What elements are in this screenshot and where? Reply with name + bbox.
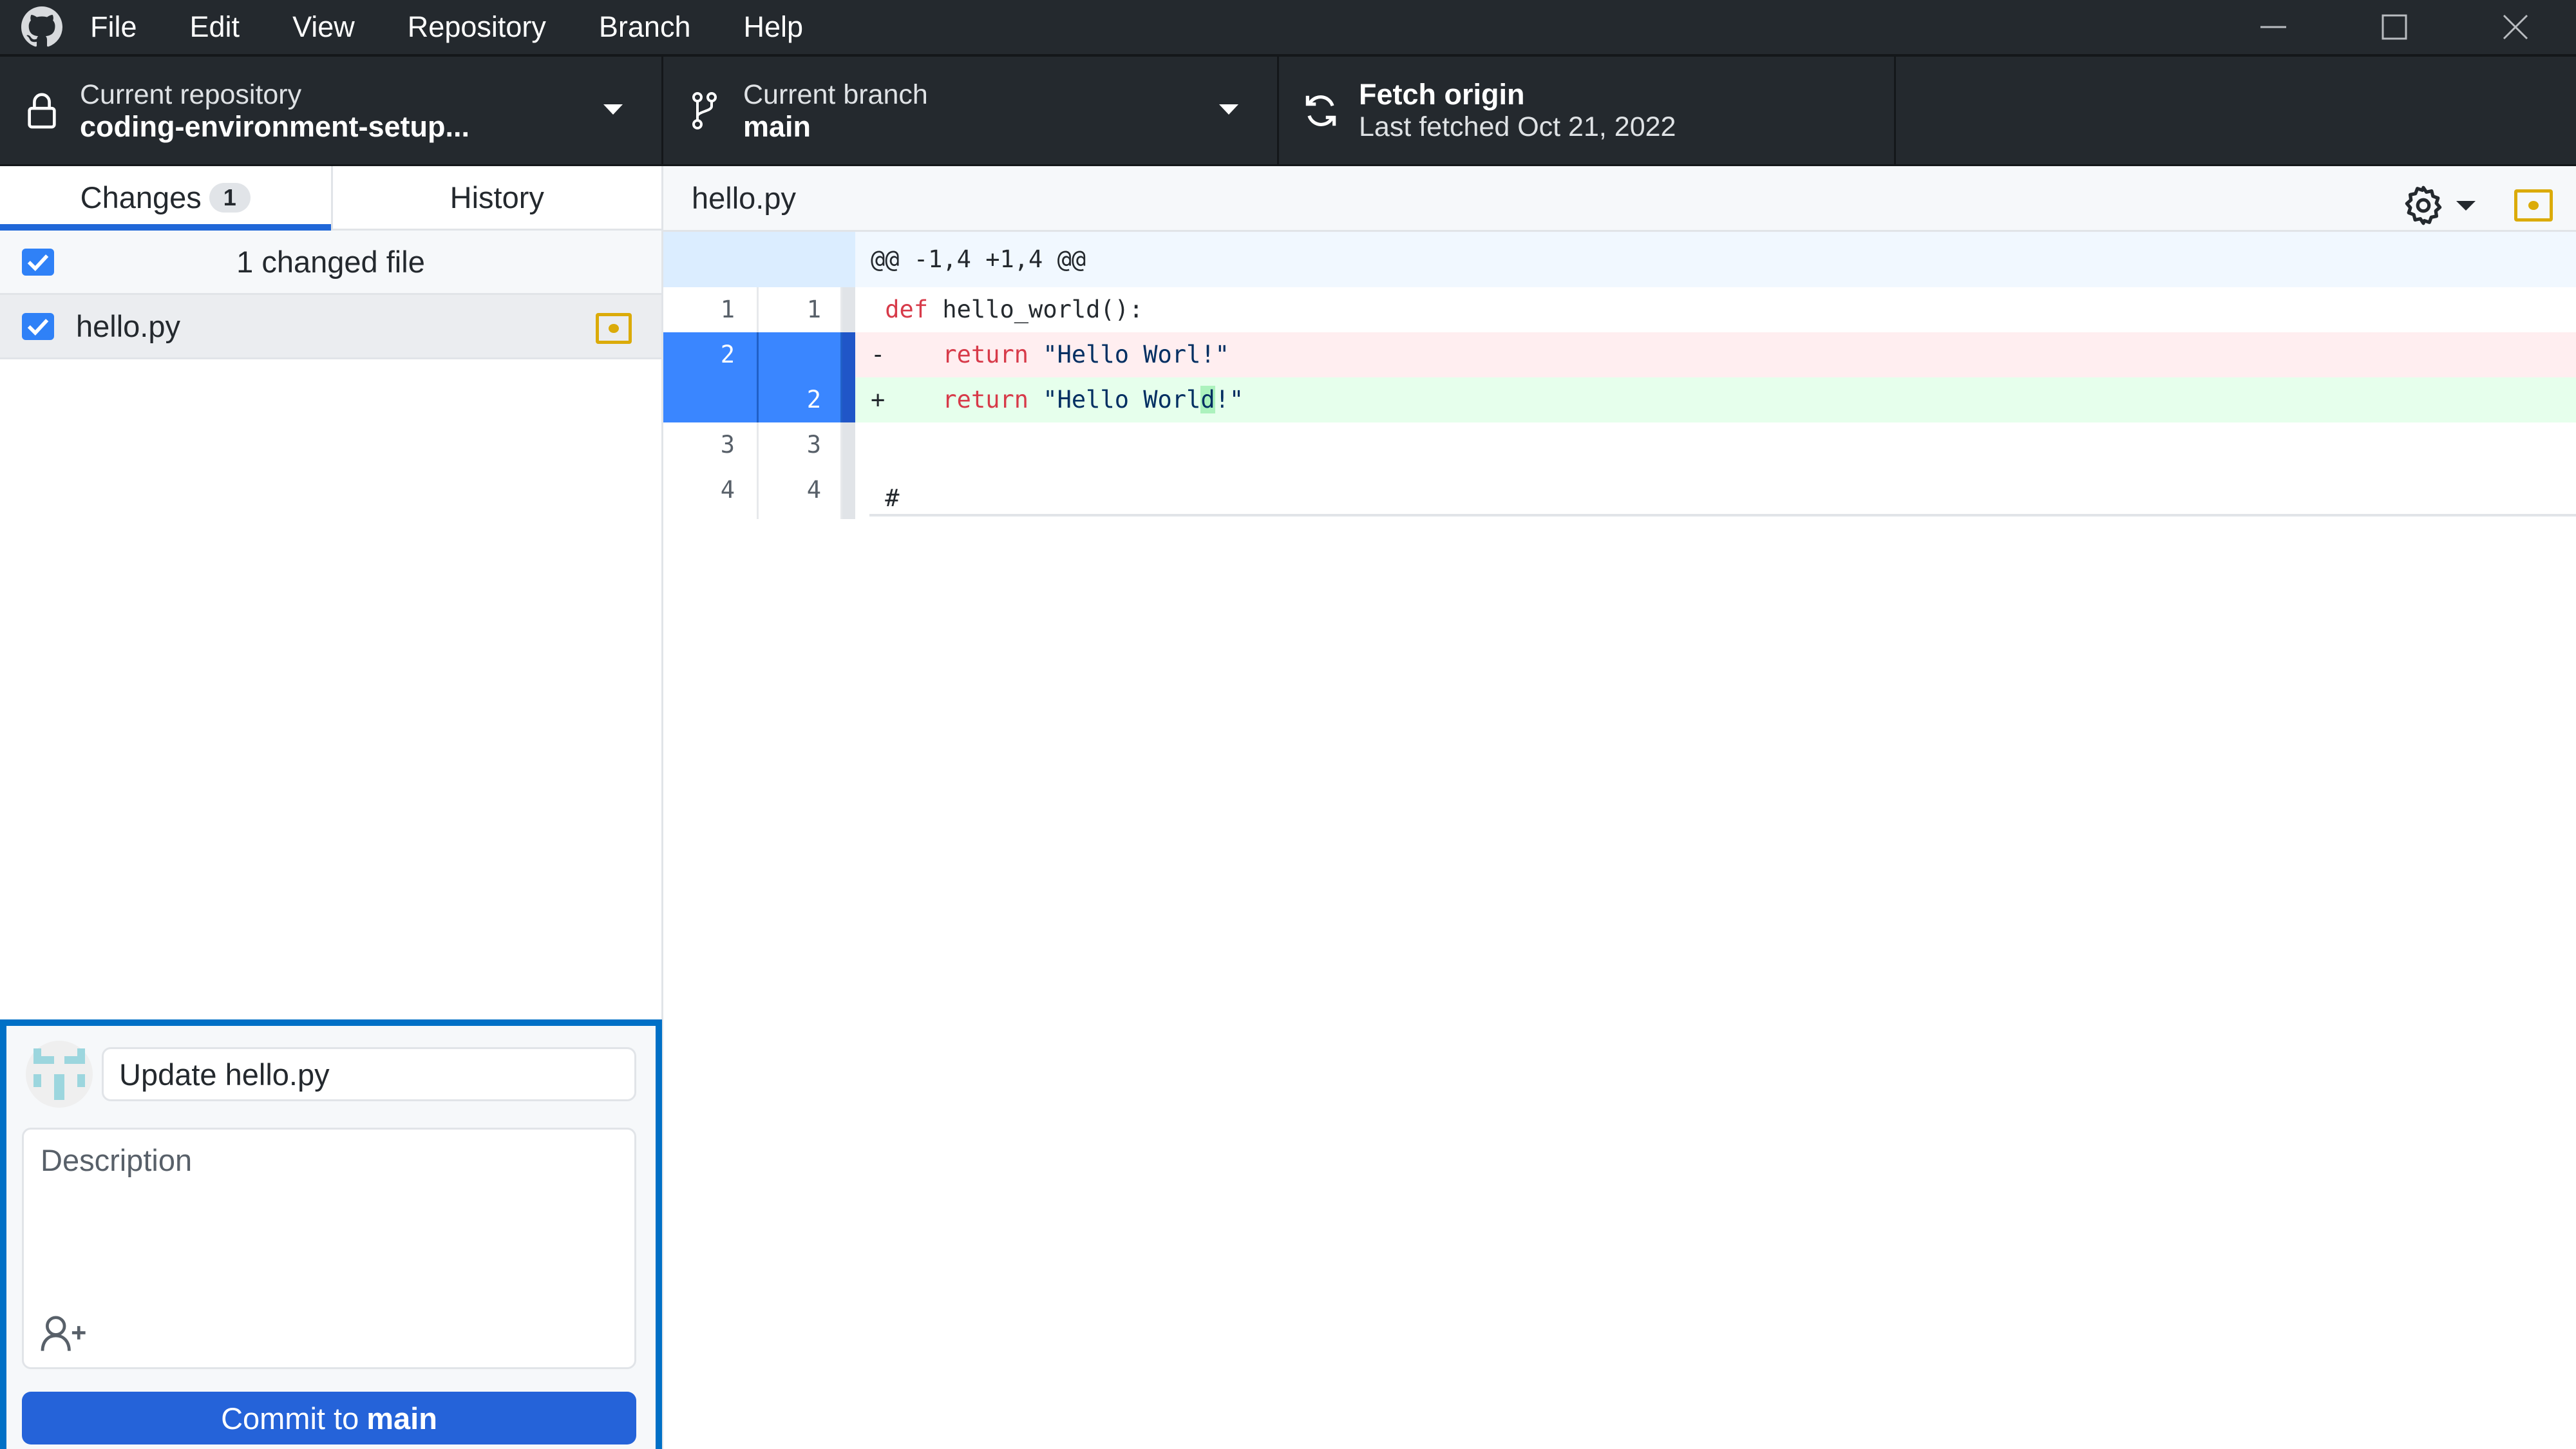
- hunk-header: @@ -1,4 +1,4 @@: [663, 232, 2576, 287]
- sidebar-tabs: Changes 1 History: [0, 166, 661, 231]
- toolbar: Current repository coding-environment-se…: [0, 57, 2576, 166]
- commit-description-input[interactable]: Description: [22, 1128, 636, 1369]
- commit-button-branch: main: [366, 1401, 437, 1435]
- avatar: [26, 1041, 93, 1108]
- repository-name: coding-environment-setup...: [80, 109, 470, 143]
- person-add-icon: [41, 1316, 86, 1351]
- new-line-number[interactable]: 1: [759, 287, 842, 332]
- old-line-number[interactable]: 2: [663, 332, 759, 377]
- current-branch-button[interactable]: Current branch main: [663, 57, 1279, 164]
- chevron-down-icon: [603, 104, 623, 115]
- new-line-number[interactable]: [759, 332, 842, 377]
- minimize-icon: [2260, 26, 2286, 28]
- changed-file-row[interactable]: hello.py: [0, 295, 661, 359]
- close-icon: [2503, 14, 2528, 40]
- commit-button[interactable]: Commit to main: [22, 1392, 636, 1444]
- diff-view: @@ -1,4 +1,4 @@ 1 1 def hello_world(): 2…: [663, 232, 2576, 519]
- menu-branch[interactable]: Branch: [599, 10, 691, 44]
- last-fetched: Last fetched Oct 21, 2022: [1359, 111, 1676, 142]
- line-code: + return "Hello World!": [855, 377, 2576, 422]
- changed-files-header: 1 changed file: [0, 231, 661, 295]
- add-coauthor-button[interactable]: [41, 1314, 92, 1353]
- line-code: #: [885, 484, 900, 512]
- description-placeholder: Description: [41, 1143, 193, 1177]
- menu-repository[interactable]: Repository: [408, 10, 546, 44]
- tab-history-label: History: [450, 180, 544, 214]
- line-code: def hello_world():: [885, 296, 1144, 323]
- menu-edit[interactable]: Edit: [190, 10, 240, 44]
- checkmark-icon: [27, 254, 49, 271]
- old-line-number[interactable]: 1: [663, 287, 759, 332]
- line-code: - return "Hello Worl!": [855, 332, 2576, 377]
- diff-line[interactable]: 3 3: [663, 422, 2576, 468]
- file-modified-icon: [596, 313, 632, 344]
- changed-files-count: 1 changed file: [236, 245, 425, 279]
- diff-settings-button[interactable]: [2401, 183, 2446, 228]
- github-logo-icon: [19, 5, 64, 50]
- diff-file-name: hello.py: [692, 181, 796, 215]
- menu-file[interactable]: File: [90, 10, 137, 44]
- diff-header: hello.py: [663, 166, 2576, 232]
- summary-placeholder: Update hello.py: [119, 1057, 330, 1092]
- new-line-number[interactable]: 4: [759, 468, 842, 519]
- menu-view[interactable]: View: [292, 10, 355, 44]
- tab-changes-label: Changes: [80, 180, 202, 214]
- select-all-checkbox[interactable]: [22, 248, 54, 276]
- gear-icon: [2405, 185, 2442, 225]
- sync-icon: [1298, 91, 1343, 131]
- identicon-icon: [33, 1048, 85, 1100]
- maximize-icon: [2382, 14, 2407, 40]
- title-bar: File Edit View Repository Branch Help: [0, 0, 2576, 57]
- menu-bar: File Edit View Repository Branch Help: [90, 10, 856, 44]
- diff-line-added[interactable]: 2 + return "Hello World!": [663, 377, 2576, 422]
- minimize-button[interactable]: [2213, 0, 2334, 54]
- maximize-button[interactable]: [2334, 0, 2455, 54]
- diff-line-deleted[interactable]: 2 - return "Hello Worl!": [663, 332, 2576, 377]
- commit-button-prefix: Commit to: [221, 1401, 359, 1435]
- repository-label: Current repository: [80, 79, 302, 110]
- git-branch-icon: [683, 91, 728, 131]
- new-line-number[interactable]: 2: [759, 377, 842, 422]
- branch-label: Current branch: [743, 79, 928, 110]
- current-repository-button[interactable]: Current repository coding-environment-se…: [0, 57, 663, 164]
- diff-line[interactable]: 4 4 #: [663, 468, 2576, 519]
- fetch-title: Fetch origin: [1359, 77, 1525, 111]
- changes-count-badge: 1: [209, 182, 251, 213]
- diff-end-divider: [869, 514, 2576, 516]
- fetch-origin-button[interactable]: Fetch origin Last fetched Oct 21, 2022: [1279, 57, 1896, 164]
- old-line-number[interactable]: 4: [663, 468, 759, 519]
- close-button[interactable]: [2455, 0, 2576, 54]
- file-include-checkbox[interactable]: [22, 312, 54, 340]
- checkmark-icon: [27, 318, 49, 336]
- chevron-down-icon[interactable]: [2456, 200, 2476, 211]
- menu-help[interactable]: Help: [743, 10, 803, 44]
- hunk-header-text: @@ -1,4 +1,4 @@: [871, 245, 1086, 273]
- commit-panel: Update hello.py Description Commit to ma…: [0, 1019, 662, 1449]
- window-controls: [2213, 0, 2576, 54]
- word-diff-highlight: d: [1200, 386, 1215, 413]
- new-line-number[interactable]: 3: [759, 422, 842, 468]
- chevron-down-icon: [1219, 104, 1238, 115]
- diff-line[interactable]: 1 1 def hello_world():: [663, 287, 2576, 332]
- file-modified-icon: [2514, 189, 2553, 222]
- tab-history[interactable]: History: [330, 166, 662, 229]
- lock-icon: [19, 92, 64, 129]
- old-line-number[interactable]: 3: [663, 422, 759, 468]
- github-desktop-window: File Edit View Repository Branch Help Cu…: [0, 0, 2576, 1449]
- commit-summary-input[interactable]: Update hello.py: [102, 1047, 636, 1101]
- branch-name: main: [743, 109, 811, 143]
- old-line-number[interactable]: [663, 377, 759, 422]
- tab-changes[interactable]: Changes 1: [0, 166, 331, 231]
- file-name: hello.py: [76, 309, 180, 343]
